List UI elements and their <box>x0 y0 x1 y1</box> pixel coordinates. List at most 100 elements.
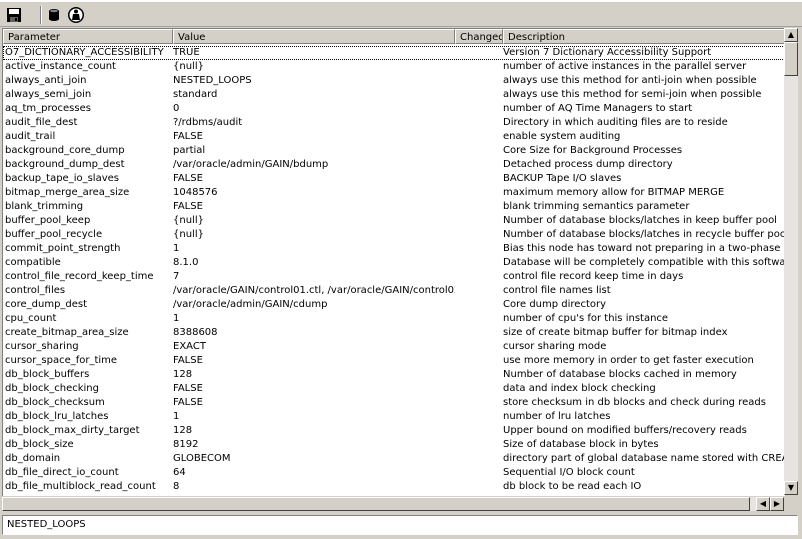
table-row[interactable]: db_block_size 8192 Size of database block … <box>3 438 785 452</box>
value-cell: 1 <box>173 313 180 324</box>
description-cell: db block to be read each IO <box>503 481 642 492</box>
scroll-down-button[interactable]: ▼ <box>784 481 798 495</box>
table-row[interactable]: buffer_pool_keep {null} Number of database… <box>3 214 785 228</box>
changed-cell <box>455 312 503 326</box>
description-cell: maximum memory allow for BITMAP MERGE <box>503 187 725 198</box>
parameter-cell: O7_DICTIONARY_ACCESSIBILITY <box>5 47 164 58</box>
table-row[interactable]: compatible 8.1.0 Database will be complete… <box>3 256 785 270</box>
table-row[interactable]: create_bitmap_area_size 8388608 size of cr… <box>3 326 785 340</box>
changed-cell <box>455 480 503 494</box>
value-cell: 128 <box>173 425 193 436</box>
scroll-left-button[interactable]: ◀ <box>756 497 770 511</box>
save-icon <box>7 8 21 22</box>
parameter-cell: background_core_dump <box>5 145 125 156</box>
table-row[interactable]: db_domain GLOBECOM directory part of globa… <box>3 452 785 466</box>
scroll-up-button[interactable]: ▲ <box>784 28 798 42</box>
changed-cell <box>455 242 503 256</box>
changed-cell <box>455 158 503 172</box>
table-row[interactable]: backup_tape_io_slaves FALSE BACKUP Tape I/… <box>3 172 785 186</box>
description-cell: Core dump directory <box>503 299 607 310</box>
table-row[interactable]: buffer_pool_recycle {null} Number of datab… <box>3 228 785 242</box>
parameter-cell: compatible <box>5 257 61 268</box>
parameter-cell: db_block_lru_latches <box>5 411 109 422</box>
table-row[interactable]: background_core_dump partial Core Size for… <box>3 144 785 158</box>
value-cell: 1 <box>173 243 180 254</box>
vertical-scrollbar[interactable]: ▲ ▼ <box>784 28 798 495</box>
parameter-cell: db_block_buffers <box>5 369 90 380</box>
vertical-scroll-thumb[interactable] <box>784 42 798 76</box>
parameter-cell: always_anti_join <box>5 75 87 86</box>
column-header-description[interactable]: Description <box>503 29 785 44</box>
changed-cell <box>455 368 503 382</box>
table-row[interactable]: audit_file_dest ?/rdbms/audit Directory in… <box>3 116 785 130</box>
parameter-cell: buffer_pool_recycle <box>5 229 103 240</box>
description-cell: Upper bound on modified buffers/recovery… <box>503 425 747 436</box>
table-row[interactable]: db_file_direct_io_count 64 Sequential I/O … <box>3 466 785 480</box>
column-header-value[interactable]: Value <box>173 29 455 44</box>
description-cell: use more memory in order to get faster e… <box>503 355 754 366</box>
value-cell: /var/oracle/admin/GAIN/bdump <box>173 159 329 170</box>
description-cell: blank trimming semantics parameter <box>503 201 690 212</box>
value-cell: {null} <box>173 215 204 226</box>
table-row[interactable]: db_block_checksum FALSE store checksum in … <box>3 396 785 410</box>
description-cell: Directory in which auditing files are to… <box>503 117 728 128</box>
table-row[interactable]: db_file_multiblock_read_count 8 db block t… <box>3 480 785 494</box>
save-button[interactable] <box>4 5 24 25</box>
description-cell: number of AQ Time Managers to start <box>503 103 693 114</box>
description-cell: Number of database blocks cached in memo… <box>503 369 737 380</box>
table-row[interactable]: db_block_max_dirty_target 128 Upper bound … <box>3 424 785 438</box>
description-cell: number of cpu's for this instance <box>503 313 669 324</box>
changed-cell <box>455 326 503 340</box>
table-row[interactable]: aq_tm_processes 0 number of AQ Time Manage… <box>3 102 785 116</box>
user-button[interactable] <box>66 5 86 25</box>
parameter-cell: db_file_direct_io_count <box>5 467 119 478</box>
table-row[interactable]: active_instance_count {null} number of act… <box>3 60 785 74</box>
parameter-cell: audit_file_dest <box>5 117 78 128</box>
value-cell: /var/oracle/GAIN/control01.ctl, /var/ora… <box>173 285 455 296</box>
value-cell: /var/oracle/admin/GAIN/cdump <box>173 299 328 310</box>
table-row[interactable]: always_semi_join standard always use this … <box>3 88 785 102</box>
value-cell: partial <box>173 145 206 156</box>
parameter-cell: cursor_space_for_time <box>5 355 118 366</box>
table-row[interactable]: db_block_buffers 128 Number of database bl… <box>3 368 785 382</box>
value-status-field[interactable]: NESTED_LOOPS <box>2 515 798 535</box>
changed-cell <box>455 382 503 396</box>
table-row[interactable]: core_dump_dest/var/oracle/admin/GAIN/cdu… <box>3 298 785 312</box>
description-cell: number of active instances in the parall… <box>503 61 747 72</box>
column-header-parameter[interactable]: Parameter <box>3 29 173 44</box>
table-row[interactable]: audit_trail FALSE enable system auditing <box>3 130 785 144</box>
column-header-changed[interactable]: Changed <box>455 29 503 44</box>
table-row[interactable]: control_files/var/oracle/GAIN/control01.… <box>3 284 785 298</box>
changed-cell <box>455 74 503 88</box>
table-row[interactable]: O7_DICTIONARY_ACCESSIBILITY TRUE Version 7… <box>3 46 785 60</box>
parameter-cell: db_file_multiblock_read_count <box>5 481 156 492</box>
grid-rows: O7_DICTIONARY_ACCESSIBILITY TRUE Version 7… <box>3 46 785 494</box>
table-row[interactable]: control_file_record_keep_time 7 control fi… <box>3 270 785 284</box>
value-cell: 1048576 <box>173 187 218 198</box>
value-cell: 64 <box>173 467 186 478</box>
parameter-cell: db_block_checksum <box>5 397 105 408</box>
table-row[interactable]: blank_trimming FALSE blank trimming semant… <box>3 200 785 214</box>
table-row[interactable]: always_anti_join NESTED_LOOPS always use t… <box>3 74 785 88</box>
database-button[interactable] <box>44 5 64 25</box>
description-cell: directory part of global database name s… <box>503 453 785 464</box>
table-row[interactable]: background_dump_dest/var/oracle/admin/GA… <box>3 158 785 172</box>
value-cell: NESTED_LOOPS <box>173 75 252 86</box>
value-cell: standard <box>173 89 218 100</box>
table-row[interactable]: cpu_count 1 number of cpu's for this insta… <box>3 312 785 326</box>
table-row[interactable]: cursor_sharing EXACT cursor sharing mode <box>3 340 785 354</box>
scrollbar-corner <box>784 497 798 511</box>
table-row[interactable]: db_block_checking FALSE data and index blo… <box>3 382 785 396</box>
changed-cell <box>455 88 503 102</box>
horizontal-scroll-thumb[interactable] <box>2 497 750 511</box>
changed-cell <box>455 284 503 298</box>
table-row[interactable]: cursor_space_for_time FALSE use more memor… <box>3 354 785 368</box>
horizontal-scrollbar[interactable]: ◀ ▶ <box>2 497 784 511</box>
table-row[interactable]: commit_point_strength 1 Bias this node has… <box>3 242 785 256</box>
description-cell: Database will be completely compatible w… <box>503 257 785 268</box>
changed-cell <box>455 200 503 214</box>
table-row[interactable]: db_block_lru_latches 1 number of lru latch… <box>3 410 785 424</box>
table-row[interactable]: bitmap_merge_area_size 1048576 maximum mem… <box>3 186 785 200</box>
scroll-right-button[interactable]: ▶ <box>770 497 784 511</box>
changed-cell <box>455 452 503 466</box>
